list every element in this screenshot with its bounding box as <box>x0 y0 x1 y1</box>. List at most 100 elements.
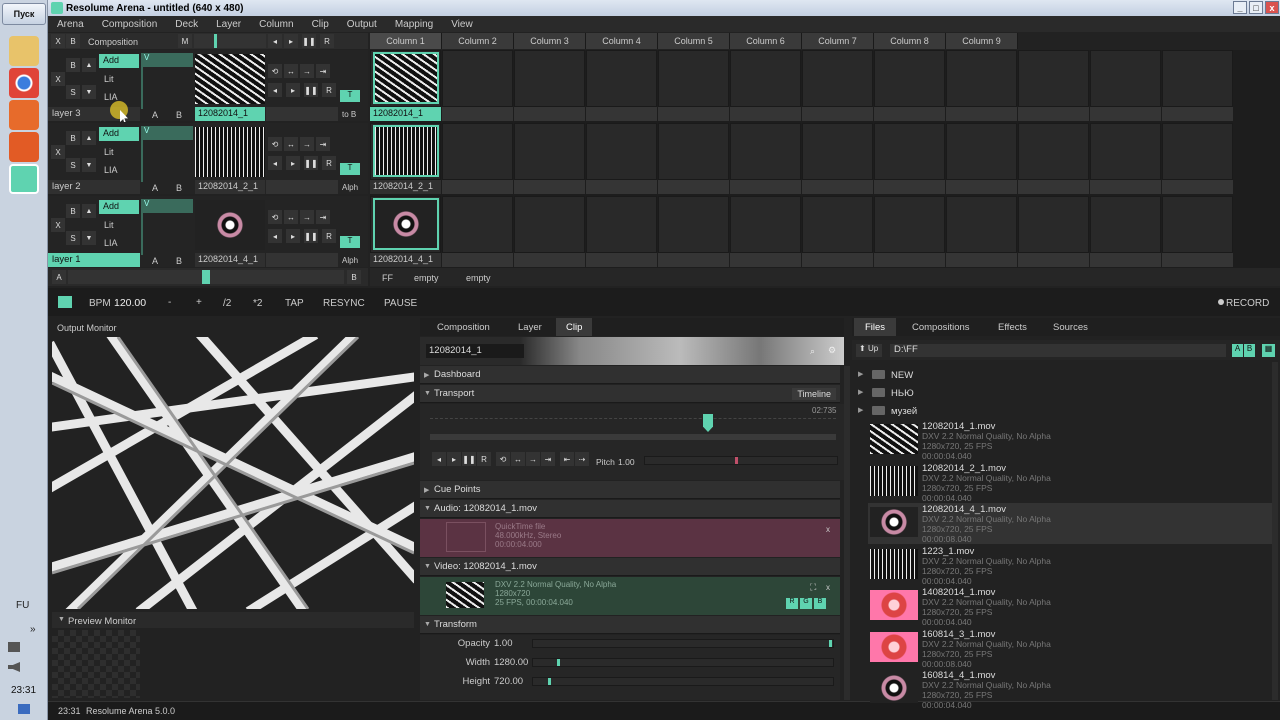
clip-thumbnail[interactable] <box>373 125 439 177</box>
layer-transition-mode[interactable]: Alph <box>342 183 358 192</box>
output-monitor-view[interactable] <box>52 337 414 609</box>
clip-settings-icon[interactable]: ⚙ <box>828 345 836 356</box>
tab-compositions[interactable]: Compositions <box>912 322 970 333</box>
layer-a-button[interactable]: A <box>152 110 158 120</box>
column-5-header[interactable]: Column 5 <box>658 33 730 49</box>
video-section[interactable]: ▼ Video: 12082014_1.mov <box>420 558 840 576</box>
play-once-hold-icon[interactable]: ⇥ <box>541 452 555 466</box>
preview-monitor-view[interactable] <box>52 630 140 698</box>
sync-timeline-icon[interactable]: ⇤ <box>560 452 574 466</box>
column-1-header[interactable]: Column 1 <box>370 33 442 49</box>
clip-slot[interactable] <box>658 50 729 107</box>
clip-slot[interactable] <box>730 196 801 253</box>
clip-slot[interactable] <box>946 196 1017 253</box>
resolume-icon[interactable] <box>9 164 39 194</box>
crossfader-a-button[interactable]: A <box>52 270 66 284</box>
clip-panel-scrollbar[interactable] <box>844 366 850 700</box>
menu-deck[interactable]: Deck <box>166 19 207 30</box>
tab-layer[interactable]: Layer <box>518 322 542 333</box>
layer-loop-icon[interactable]: ⟲ <box>268 137 282 151</box>
lit-label[interactable]: Lit <box>104 74 114 84</box>
play-once-icon[interactable]: → <box>526 452 540 466</box>
layer-b-assign-button[interactable]: B <box>176 183 182 193</box>
clip-slot[interactable] <box>1090 196 1161 253</box>
bpm-double-button[interactable]: *2 <box>253 298 262 309</box>
menu-output[interactable]: Output <box>338 19 386 30</box>
clip-slot[interactable] <box>442 196 513 253</box>
layer-transition-button[interactable]: T <box>340 90 360 102</box>
network-icon[interactable] <box>8 642 20 652</box>
menu-view[interactable]: View <box>442 19 482 30</box>
pause-button[interactable]: PAUSE <box>384 298 417 309</box>
column-9-header[interactable]: Column 9 <box>946 33 1018 49</box>
layer-back-icon[interactable]: ◂ <box>268 229 282 243</box>
bpm-value[interactable]: 120.00 <box>114 297 146 309</box>
cue-points-section[interactable]: ▶ Cue Points <box>420 481 840 499</box>
deck-empty-tab-2[interactable]: empty <box>466 273 491 283</box>
clip-slot[interactable] <box>658 196 729 253</box>
layer-forward-icon[interactable]: → <box>300 137 314 151</box>
layer-b-button[interactable]: B <box>66 204 80 218</box>
clip-search-icon[interactable]: ⌕ <box>810 346 815 357</box>
slider-handle[interactable] <box>548 678 551 685</box>
tab-sources[interactable]: Sources <box>1053 322 1088 333</box>
timeline-dropdown[interactable]: Timeline <box>792 388 836 400</box>
layer-b-button[interactable]: B <box>66 58 80 72</box>
layer-b-assign-button[interactable]: B <box>176 110 182 120</box>
menu-column[interactable]: Column <box>250 19 302 30</box>
path-field[interactable]: D:\FF <box>890 344 1226 357</box>
layer-play-icon[interactable]: ▸ <box>286 156 300 170</box>
chrome-icon[interactable] <box>9 68 39 98</box>
layer-opacity-fader[interactable] <box>141 126 143 182</box>
layer-bounce-icon[interactable]: ↔ <box>284 137 298 151</box>
clip-slot[interactable] <box>802 196 873 253</box>
clip-slot[interactable] <box>586 50 657 107</box>
transport-section[interactable]: ▼ Transport Timeline <box>420 385 840 403</box>
layer-restart-icon[interactable]: R <box>322 83 336 97</box>
crossfader-b-button[interactable]: B <box>347 270 361 284</box>
clip-slot[interactable] <box>1018 196 1089 253</box>
folder-expand-icon[interactable]: ▶ <box>858 406 863 414</box>
clip-slot[interactable] <box>586 196 657 253</box>
tap-button[interactable]: TAP <box>285 298 304 309</box>
comp-x-button[interactable]: X <box>51 34 65 48</box>
layer-down-icon[interactable]: ▼ <box>82 231 96 245</box>
layer-down-icon[interactable]: ▼ <box>82 158 96 172</box>
menu-arena[interactable]: Arena <box>48 19 93 30</box>
bounce-icon[interactable]: ↔ <box>511 452 525 466</box>
comp-master-slider[interactable] <box>194 34 266 48</box>
comp-pause-icon[interactable]: ❚❚ <box>302 34 316 48</box>
clip-slot[interactable] <box>802 50 873 107</box>
layer-pause-icon[interactable]: ❚❚ <box>304 83 318 97</box>
volume-icon[interactable] <box>8 662 20 672</box>
column-6-header[interactable]: Column 6 <box>730 33 802 49</box>
layer-a-button[interactable]: A <box>152 183 158 193</box>
transform-section[interactable]: ▼ Transform <box>420 616 840 634</box>
clip-slot[interactable] <box>514 123 585 180</box>
app-orange-icon[interactable] <box>9 100 39 130</box>
clip-slot[interactable] <box>586 123 657 180</box>
menu-clip[interactable]: Clip <box>303 19 338 30</box>
comp-next-icon[interactable]: ▸ <box>284 34 298 48</box>
column-4-header[interactable]: Column 4 <box>586 33 658 49</box>
minimize-button[interactable]: _ <box>1233 1 1247 14</box>
clock[interactable]: 23:31 <box>11 685 36 696</box>
layer-x-button[interactable]: X <box>51 218 65 232</box>
layer-s-button[interactable]: S <box>66 231 80 245</box>
tray-expand-icon[interactable]: » <box>30 624 36 635</box>
clip-slot[interactable] <box>658 123 729 180</box>
layer-up-icon[interactable]: ▲ <box>82 204 96 218</box>
clip-slot[interactable] <box>874 50 945 107</box>
layer-opacity-fader[interactable] <box>141 53 143 109</box>
blend-mode-dropdown[interactable]: Add <box>99 127 139 141</box>
language-indicator[interactable]: FU <box>16 600 29 611</box>
param-width-value[interactable]: 1280.00 <box>494 657 528 668</box>
deck-ff-tab[interactable]: FF <box>382 273 393 283</box>
layer-loop-icon[interactable]: ⟲ <box>268 210 282 224</box>
video-fullscreen-icon[interactable]: ⛶ <box>810 582 816 593</box>
show-desktop-icon[interactable] <box>18 704 30 714</box>
layer-restart-icon[interactable]: R <box>322 156 336 170</box>
layer-opacity-fader[interactable] <box>141 199 143 255</box>
layer-b-assign-button[interactable]: B <box>176 256 182 266</box>
clip-thumbnail[interactable] <box>373 52 439 104</box>
